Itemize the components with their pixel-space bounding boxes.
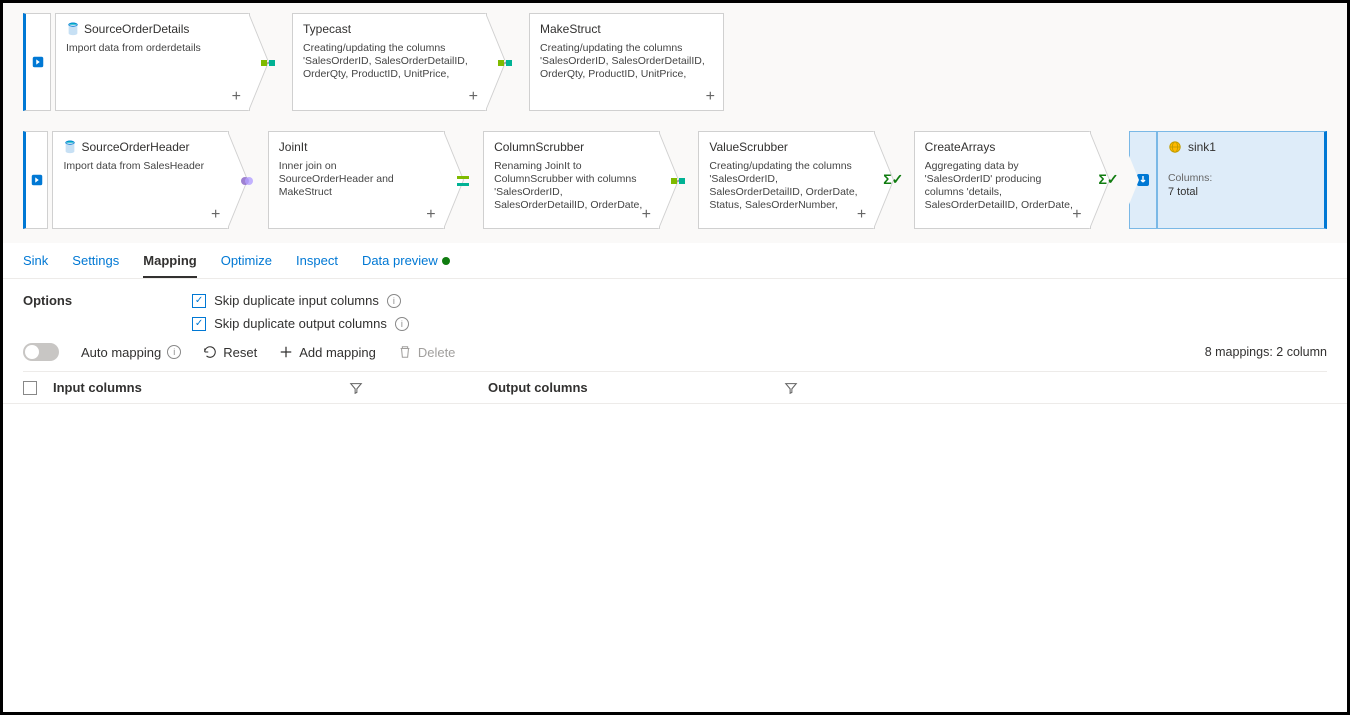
node-title: Typecast xyxy=(303,22,351,36)
source-handle[interactable] xyxy=(23,131,48,229)
info-icon[interactable]: i xyxy=(395,317,409,331)
checkbox-skip-input[interactable]: ✓ xyxy=(192,294,206,308)
reset-button[interactable]: Reset xyxy=(203,345,257,360)
flow-connector xyxy=(664,131,694,229)
node-desc: Import data from SalesHeader xyxy=(63,160,218,173)
source-icon xyxy=(31,55,45,69)
checkbox-skip-output[interactable]: ✓ xyxy=(192,317,206,331)
tab-inspect[interactable]: Inspect xyxy=(296,253,338,278)
add-mapping-button[interactable]: Add mapping xyxy=(279,345,376,360)
node-add-button[interactable]: + xyxy=(706,88,715,106)
node-add-button[interactable]: + xyxy=(1072,206,1081,224)
node-title: SourceOrderHeader xyxy=(81,140,189,154)
flow-connector xyxy=(254,13,288,111)
node-add-button[interactable]: + xyxy=(211,206,220,224)
node-add-button[interactable]: + xyxy=(469,88,478,106)
derived-icon xyxy=(260,55,276,71)
node-desc: Creating/updating the columns 'SalesOrde… xyxy=(709,160,864,213)
flow-connector: Σ✓ xyxy=(879,131,909,229)
tab-sink[interactable]: Sink xyxy=(23,253,48,278)
node-desc: Creating/updating the columns 'SalesOrde… xyxy=(540,42,713,81)
flow-node-typecast[interactable]: Typecast Creating/updating the columns 'S… xyxy=(292,13,487,111)
globe-icon xyxy=(1168,140,1182,154)
flow-node-valuescrubber[interactable]: ValueScrubber Creating/updating the colum… xyxy=(698,131,875,229)
node-add-button[interactable]: + xyxy=(232,88,241,106)
flow-node-sourceorderdetails[interactable]: SourceOrderDetails Import data from order… xyxy=(55,13,250,111)
node-desc: Aggregating data by 'SalesOrderID' produ… xyxy=(925,160,1080,213)
database-icon xyxy=(66,22,80,36)
label-skip-output: Skip duplicate output columns xyxy=(214,316,387,331)
join-icon xyxy=(239,173,255,189)
node-title: JoinIt xyxy=(279,140,308,154)
header-input-columns: Input columns xyxy=(53,380,142,395)
select-icon xyxy=(455,173,471,189)
flow-node-createarrays[interactable]: CreateArrays Aggregating data by 'SalesOr… xyxy=(914,131,1091,229)
node-add-button[interactable]: + xyxy=(642,206,651,224)
node-desc: Inner join on SourceOrderHeader and Make… xyxy=(279,160,434,199)
node-add-button[interactable]: + xyxy=(426,206,435,224)
flow-node-joinit[interactable]: JoinIt Inner join on SourceOrderHeader an… xyxy=(268,131,445,229)
mapping-count-label: 8 mappings: 2 column xyxy=(1205,345,1327,359)
info-icon[interactable]: i xyxy=(167,345,181,359)
node-desc: Import data from orderdetails xyxy=(66,42,239,55)
filter-icon[interactable] xyxy=(349,381,363,395)
dataflow-canvas[interactable]: SourceOrderDetails Import data from order… xyxy=(3,3,1347,243)
sink-column-count: 7 total xyxy=(1168,186,1314,198)
node-title: ColumnScrubber xyxy=(494,140,584,154)
flow-node-makestruct[interactable]: MakeStruct Creating/updating the columns … xyxy=(529,13,724,111)
node-desc: Renaming JoinIt to ColumnScrubber with c… xyxy=(494,160,649,213)
source-handle[interactable] xyxy=(23,13,51,111)
sigma-icon: Σ✓ xyxy=(1099,171,1119,188)
plus-icon xyxy=(279,345,293,359)
derived-icon xyxy=(670,173,686,189)
flow-node-sourceorderheader[interactable]: SourceOrderHeader Import data from SalesH… xyxy=(52,131,229,229)
node-add-button[interactable]: + xyxy=(857,206,866,224)
toggle-automapping[interactable] xyxy=(23,343,59,361)
sigma-icon: Σ✓ xyxy=(883,171,903,188)
mapping-header-row: Input columns Output columns xyxy=(3,372,1347,404)
tab-settings[interactable]: Settings xyxy=(72,253,119,278)
sink-title: sink1 xyxy=(1188,140,1216,154)
status-dot-icon xyxy=(442,257,450,265)
flow-lane-1: SourceOrderDetails Import data from order… xyxy=(23,13,1327,111)
delete-button[interactable]: Delete xyxy=(398,345,456,360)
flow-lane-2: SourceOrderHeader Import data from SalesH… xyxy=(23,131,1327,229)
tab-data-preview[interactable]: Data preview xyxy=(362,253,450,278)
tab-optimize[interactable]: Optimize xyxy=(221,253,272,278)
node-title: SourceOrderDetails xyxy=(84,22,189,36)
mapping-toolbar: Auto mappingi Reset Add mapping Delete 8… xyxy=(23,343,1327,372)
node-title: ValueScrubber xyxy=(709,140,788,154)
label-automapping: Auto mappingi xyxy=(81,345,181,360)
header-output-columns: Output columns xyxy=(488,380,588,395)
node-title: MakeStruct xyxy=(540,22,601,36)
detail-tabbar: Sink Settings Mapping Optimize Inspect Data p… xyxy=(3,243,1347,279)
database-icon xyxy=(63,140,77,154)
filter-icon[interactable] xyxy=(784,381,798,395)
trash-icon xyxy=(398,345,412,359)
sink-sublabel: Columns: xyxy=(1168,172,1314,184)
node-title: CreateArrays xyxy=(925,140,996,154)
refresh-icon xyxy=(203,345,217,359)
tab-mapping[interactable]: Mapping xyxy=(143,253,196,278)
source-icon xyxy=(30,173,44,187)
label-skip-input: Skip duplicate input columns xyxy=(214,293,379,308)
checkbox-select-all[interactable] xyxy=(23,381,37,395)
options-heading: Options xyxy=(23,293,72,308)
node-desc: Creating/updating the columns 'SalesOrde… xyxy=(303,42,476,81)
flow-node-sink1[interactable]: sink1 Columns: 7 total xyxy=(1157,131,1327,229)
flow-connector xyxy=(233,131,263,229)
flow-connector xyxy=(449,131,479,229)
flow-connector xyxy=(491,13,525,111)
info-icon[interactable]: i xyxy=(387,294,401,308)
derived-icon xyxy=(497,55,513,71)
flow-node-columnscrubber[interactable]: ColumnScrubber Renaming JoinIt to ColumnS… xyxy=(483,131,660,229)
flow-connector: Σ✓ xyxy=(1095,131,1125,229)
